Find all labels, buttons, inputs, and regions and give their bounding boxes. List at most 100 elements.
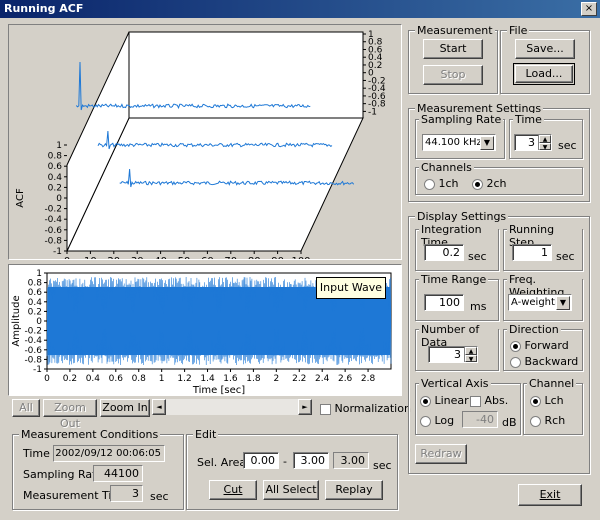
ch1-radio-circle[interactable]	[424, 178, 435, 190]
ch2-radio[interactable]: 2ch	[472, 177, 507, 190]
sel-area-to-input[interactable]: 3.00	[293, 452, 329, 469]
forward-radio-circle[interactable]	[510, 340, 521, 352]
save-button[interactable]: Save...	[515, 39, 575, 59]
time-input-value: 3	[528, 136, 535, 149]
wave-x-tick-label: 2.6	[338, 374, 353, 384]
sel-area-from-input[interactable]: 0.00	[243, 452, 279, 469]
dropdown-arrow-icon[interactable]: ▼	[480, 136, 494, 150]
spin-down-icon[interactable]: ▼	[465, 354, 477, 362]
time-unit: sec	[558, 139, 577, 152]
horizontal-scrollbar[interactable]: ◄ ►	[152, 399, 312, 415]
ch2-label: 2ch	[486, 177, 507, 190]
zoom-in-button[interactable]: Zoom In	[100, 399, 150, 417]
wave-x-tick-label: 2.2	[292, 374, 306, 384]
number-of-data-input[interactable]: 3 ▲ ▼	[428, 346, 478, 363]
lch-label: Lch	[544, 394, 564, 407]
log-radio[interactable]: Log	[420, 414, 454, 427]
close-button[interactable]: ×	[581, 2, 597, 16]
time-spinner[interactable]: ▲ ▼	[538, 135, 551, 150]
acf-x-tick-label: 90	[271, 256, 284, 259]
wave-x-tick-label: 1.6	[223, 374, 238, 384]
acf-y-tick-label: 0.2	[48, 183, 62, 193]
wave-x-tick-label: 0.8	[132, 374, 147, 384]
channels-group: Channels 1ch 2ch	[415, 161, 583, 195]
spin-up-icon[interactable]: ▲	[465, 347, 477, 355]
abs-check-box[interactable]	[470, 395, 481, 407]
edit-group: Edit Sel. Area 0.00 - 3.00 3.00 sec Cut …	[186, 428, 398, 510]
acf-y-axis-label: ACF	[15, 188, 26, 208]
dropdown-arrow-icon[interactable]: ▼	[556, 296, 570, 310]
wave-x-tick-label: 1.2	[177, 374, 191, 384]
backward-radio-circle[interactable]	[510, 356, 521, 368]
spin-down-icon[interactable]: ▼	[539, 142, 551, 150]
time-title: Time	[513, 113, 544, 126]
scroll-right-button[interactable]: ►	[298, 399, 312, 415]
load-button[interactable]: Load...	[513, 63, 575, 85]
running-step-input[interactable]: 1	[512, 244, 552, 261]
sel-area-length: 3.00	[333, 452, 369, 469]
time-range-title: Time Range	[419, 273, 489, 286]
log-db-unit: dB	[502, 416, 517, 429]
vertical-axis-title: Vertical Axis	[419, 377, 491, 390]
exit-button[interactable]: Exit	[518, 484, 582, 506]
acf-y-tick-label: -0.8	[44, 236, 62, 246]
integration-time-input[interactable]: 0.2	[424, 244, 464, 261]
zoom-out-button[interactable]: Zoom Out	[43, 399, 97, 430]
acf-x-tick-label: 60	[201, 256, 214, 259]
stop-button[interactable]: Stop	[423, 65, 483, 85]
number-of-data-spinner[interactable]: ▲ ▼	[464, 347, 477, 362]
time-range-group: Time Range 100 ms	[415, 273, 499, 321]
wave-x-tick-label: 2.8	[361, 374, 376, 384]
title-bar: Running ACF ×	[0, 0, 600, 18]
replay-button[interactable]: Replay	[325, 480, 383, 500]
wave-y-tick-label: 0.2	[28, 307, 42, 317]
forward-label: Forward	[524, 339, 569, 352]
linear-radio[interactable]: Linear	[420, 394, 469, 407]
all-button[interactable]: All	[12, 399, 40, 417]
lch-radio-circle[interactable]	[530, 395, 541, 407]
time-range-unit: ms	[470, 300, 487, 313]
channel-group: Channel Lch Rch	[523, 377, 583, 435]
normalization-label: Normalization	[334, 402, 411, 415]
channel-title: Channel	[527, 377, 577, 390]
lch-radio[interactable]: Lch	[530, 394, 564, 407]
all-select-button[interactable]: All Select	[263, 480, 319, 500]
ch2-radio-circle[interactable]	[472, 178, 483, 190]
acf-x-tick-label: 10	[84, 256, 97, 259]
cut-button[interactable]: Cut	[209, 480, 257, 500]
acf-y-tick-label: 1	[56, 141, 62, 151]
abs-checkbox[interactable]: Abs.	[470, 394, 508, 407]
spin-up-icon[interactable]: ▲	[539, 135, 551, 143]
ch1-radio[interactable]: 1ch	[424, 177, 459, 190]
normalization-check-box[interactable]	[320, 403, 331, 415]
edit-title: Edit	[193, 428, 219, 441]
normalization-checkbox[interactable]: Normalization	[320, 402, 411, 415]
running-step-unit: sec	[556, 250, 575, 263]
backward-radio[interactable]: Backward	[510, 355, 578, 368]
log-db-input[interactable]: -40	[462, 411, 498, 428]
time-input[interactable]: 3 ▲ ▼	[514, 134, 552, 151]
linear-radio-circle[interactable]	[420, 395, 431, 407]
acf-x-tick-label: 0	[64, 256, 70, 259]
forward-radio[interactable]: Forward	[510, 339, 569, 352]
rch-radio-circle[interactable]	[530, 415, 541, 427]
time-range-input[interactable]: 100	[424, 294, 464, 311]
freq-weighting-select[interactable]: A-weighting ▼	[508, 294, 572, 311]
rch-radio[interactable]: Rch	[530, 414, 565, 427]
scroll-left-button[interactable]: ◄	[152, 399, 166, 415]
wave-x-tick-label: 0.2	[63, 374, 77, 384]
wave-x-tick-label: 0.4	[86, 374, 101, 384]
sampling-rate-select[interactable]: 44.100 kHz ▼	[422, 134, 496, 151]
log-radio-circle[interactable]	[420, 415, 431, 427]
start-button[interactable]: Start	[423, 39, 483, 59]
measurement-conditions-group: Measurement Conditions Time 2002/09/12 0…	[12, 428, 184, 510]
acf-y-tick-label: -0.2	[44, 205, 62, 215]
rch-label: Rch	[544, 414, 566, 427]
abs-label: Abs.	[484, 394, 509, 407]
wave-x-tick-label: 0.6	[109, 374, 124, 384]
acf-y-tick-label: 0	[56, 194, 62, 204]
sel-area-label: Sel. Area	[197, 456, 247, 469]
log-label: Log	[434, 414, 455, 427]
sampling-rate-value: 44100	[93, 465, 143, 482]
redraw-button[interactable]: Redraw	[415, 444, 467, 464]
